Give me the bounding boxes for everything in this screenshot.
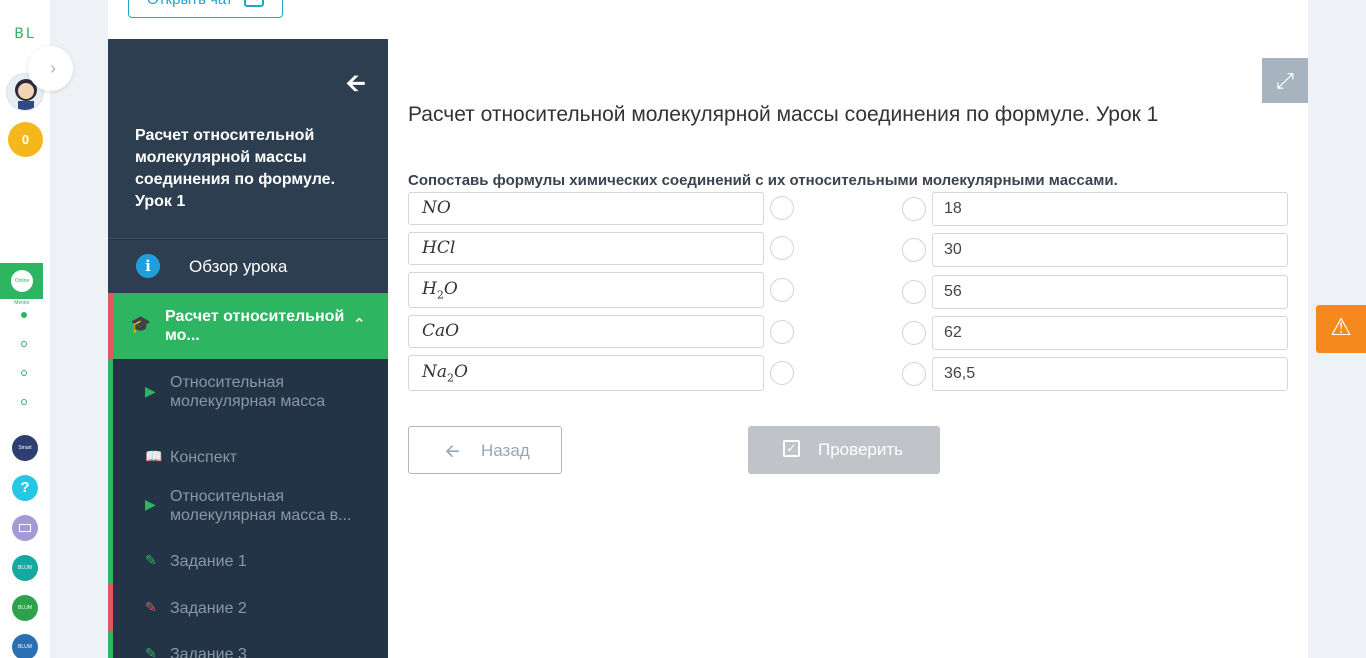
sidebar-item-label: Расчет относительной мо... [165,308,345,344]
sidebar-item-video-1[interactable]: ▶ Относительная молекулярная масса [108,359,388,451]
brand-logo[interactable]: BL [0,26,50,42]
sidebar-header: 🡨 Расчет относительной молекулярной масс… [108,39,388,239]
open-chat-button[interactable]: Открыть чат [128,0,283,18]
play-icon: ▶ [145,383,156,399]
graduation-cap-icon: 🎓 [130,315,152,334]
formula-item[interactable]: H2O [408,272,764,308]
expand-icon: ⤢ [1276,68,1294,93]
step-dot-active[interactable] [21,312,27,318]
chat-icon [244,0,264,7]
task-instruction: Сопоставь формулы химических соединений … [408,172,1118,189]
match-radio-left[interactable] [770,236,794,260]
match-radio-left[interactable] [770,361,794,385]
warning-icon: ⚠ [1330,314,1352,341]
chevron-up-icon: ⌃ [353,316,366,333]
formula-item[interactable]: HCl [408,232,764,265]
formula-text: H [422,279,437,299]
online-mentor-icon: Online Mentor [11,270,33,306]
open-chat-label: Открыть чат [147,0,233,8]
match-radio-right[interactable] [902,280,926,304]
back-button-label: Назад [481,441,530,460]
edit-icon: ✎ [145,552,157,568]
sidebar-item-task-2[interactable]: ✎ Задание 2 [108,584,388,631]
blum-course-icon[interactable]: BLUM Course [12,555,38,597]
match-radio-left[interactable] [770,196,794,220]
checkbox-icon: ✓ [783,440,800,457]
mass-item[interactable]: 56 [932,275,1288,309]
back-button[interactable]: 🡨 Назад [408,426,562,474]
sidebar-item-label: Конспект [170,449,238,466]
sidebar-item-video-2[interactable]: ▶ Относительная молекулярная масса в... [108,479,388,551]
sidebar-item-label: Относительная молекулярная масса в... [170,488,352,524]
sidebar-item-label: Задание 1 [170,553,247,570]
mass-item[interactable]: 18 [932,192,1288,226]
arrow-left-icon[interactable]: 🡨 [346,66,366,107]
sidebar-item-label: Задание 3 [170,646,247,658]
edit-icon: ✎ [145,599,157,615]
mass-item[interactable]: 30 [932,233,1288,267]
info-icon: i [136,254,160,278]
match-radio-right[interactable] [902,197,926,221]
formula-text: NO [422,198,451,218]
match-radio-left[interactable] [770,320,794,344]
arrow-left-icon: 🡨 [445,441,460,461]
smart-notion-icon[interactable]: Smart Notion [12,435,38,477]
lesson-sidebar: 🡨 Расчет относительной молекулярной масс… [108,39,388,658]
step-dot[interactable] [21,399,27,405]
page-title: Расчет относительной молекулярной массы … [408,103,1159,126]
match-radio-right[interactable] [902,238,926,262]
formula-subscript: 2 [447,371,455,385]
sidebar-item-label: Относительная молекулярная масса [170,374,326,410]
formula-item[interactable]: Na2O [408,355,764,391]
sidebar-lesson-title: Расчет относительной молекулярной массы … [135,127,336,210]
blum-book-icon[interactable]: BLUM Book [12,634,38,658]
coins-badge[interactable]: 0 [8,122,43,157]
match-radio-left[interactable] [770,278,794,302]
left-rail: BL 0 Online Mentor Smart Notion ? BLUM C… [0,0,50,658]
blum-land-icon[interactable]: BLUM Land [12,595,38,637]
match-radio-right[interactable] [902,362,926,386]
sidebar-item-label: Обзор урока [189,257,288,276]
sidebar-item-task-3[interactable]: ✎ Задание 3 [108,631,388,658]
report-problem-button[interactable]: ⚠ [1316,305,1366,353]
play-icon: ▶ [145,496,156,512]
formula-item[interactable]: NO [408,192,764,225]
fullscreen-button[interactable]: ⤢ [1262,58,1308,103]
formula-text: HCl [422,238,456,258]
step-dot[interactable] [21,370,27,376]
match-radio-right[interactable] [902,321,926,345]
formula-text: Na [422,362,448,382]
mass-item[interactable]: 36,5 [932,357,1288,391]
book-icon: 📖 [145,448,163,464]
chevron-right-icon: › [50,58,56,78]
check-button[interactable]: ✓ Проверить [748,426,940,474]
sidebar-item-current-topic[interactable]: 🎓 Расчет относительной мо... ⌃ [108,293,388,359]
help-icon[interactable]: ? [12,475,38,501]
formula-text: O [443,279,458,299]
expand-rail-button[interactable]: › [28,46,73,91]
formula-text: CaO [422,321,460,341]
formula-item[interactable]: CaO [408,315,764,348]
step-dot[interactable] [21,341,27,347]
edit-icon: ✎ [145,645,157,658]
formula-subscript: 2 [436,288,444,302]
check-button-label: Проверить [818,440,904,459]
sidebar-item-label: Задание 2 [170,600,247,617]
sidebar-item-overview[interactable]: i Обзор урока [108,240,388,293]
online-mentor-tab[interactable]: Online Mentor [0,263,43,306]
formula-text: O [454,362,468,382]
mass-item[interactable]: 62 [932,316,1288,350]
notes-icon[interactable] [12,515,38,541]
